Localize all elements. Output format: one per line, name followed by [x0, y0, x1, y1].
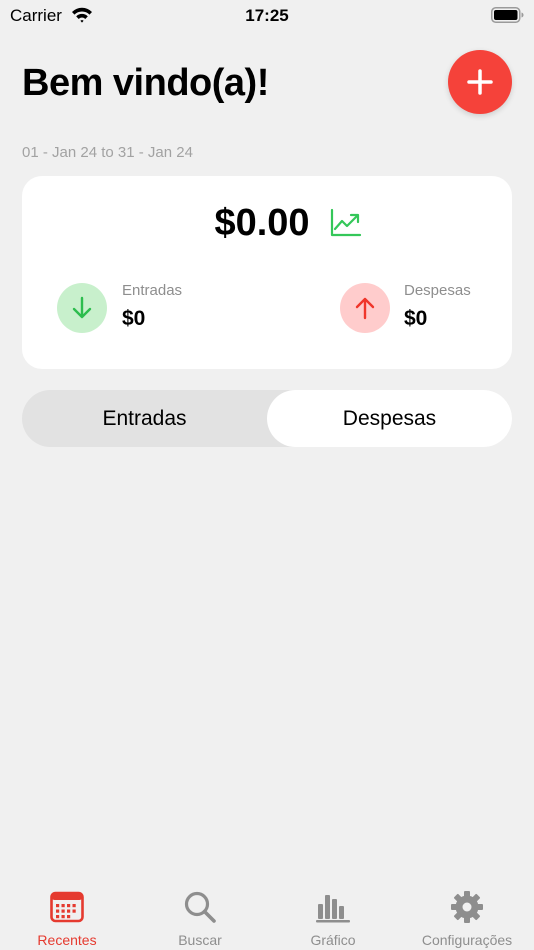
transaction-type-segmented-control: Entradas Despesas	[22, 390, 512, 447]
gear-icon	[451, 891, 483, 923]
trend-up-icon	[330, 208, 361, 237]
segment-expense[interactable]: Despesas	[267, 390, 512, 447]
plus-icon	[467, 69, 493, 95]
add-button[interactable]	[448, 50, 512, 114]
expense-value: $0	[404, 307, 428, 330]
expense-label: Despesas	[404, 282, 471, 299]
arrow-down-icon	[72, 296, 92, 319]
balance-row: $0.00	[22, 200, 512, 246]
tab-grafico[interactable]: Gráfico	[266, 880, 400, 950]
status-bar: Carrier 17:25	[0, 0, 534, 34]
tab-label-buscar: Buscar	[178, 932, 222, 948]
tab-recentes[interactable]: Recentes	[0, 880, 134, 950]
income-value: $0	[122, 307, 146, 330]
bar-chart-icon	[316, 895, 350, 923]
income-label: Entradas	[122, 282, 183, 299]
balance-amount: $0.00	[214, 201, 310, 244]
screen: Carrier 17:25 Bem vindo(a)! 01 - Jan 24 …	[0, 0, 534, 950]
segment-income[interactable]: Entradas	[22, 390, 267, 447]
arrow-up-icon	[355, 297, 375, 320]
tab-bar: Recentes Buscar Gráfico Configurações	[0, 880, 534, 950]
tab-label-recentes: Recentes	[37, 932, 97, 948]
clock: 17:25	[245, 6, 289, 25]
tab-label-configuracoes: Configurações	[421, 932, 513, 948]
search-icon	[184, 891, 216, 923]
expense-indicator	[340, 283, 390, 333]
battery-icon	[491, 7, 524, 23]
tab-configuracoes[interactable]: Configurações	[400, 880, 534, 950]
tab-label-grafico: Gráfico	[310, 932, 356, 948]
calendar-icon	[50, 891, 84, 923]
date-range[interactable]: 01 - Jan 24 to 31 - Jan 24	[22, 144, 193, 161]
summary-card: $0.00 Entradas $0 Despesas $0	[22, 176, 512, 369]
income-indicator	[57, 283, 107, 333]
tab-buscar[interactable]: Buscar	[133, 880, 267, 950]
page-title: Bem vindo(a)!	[22, 62, 269, 104]
